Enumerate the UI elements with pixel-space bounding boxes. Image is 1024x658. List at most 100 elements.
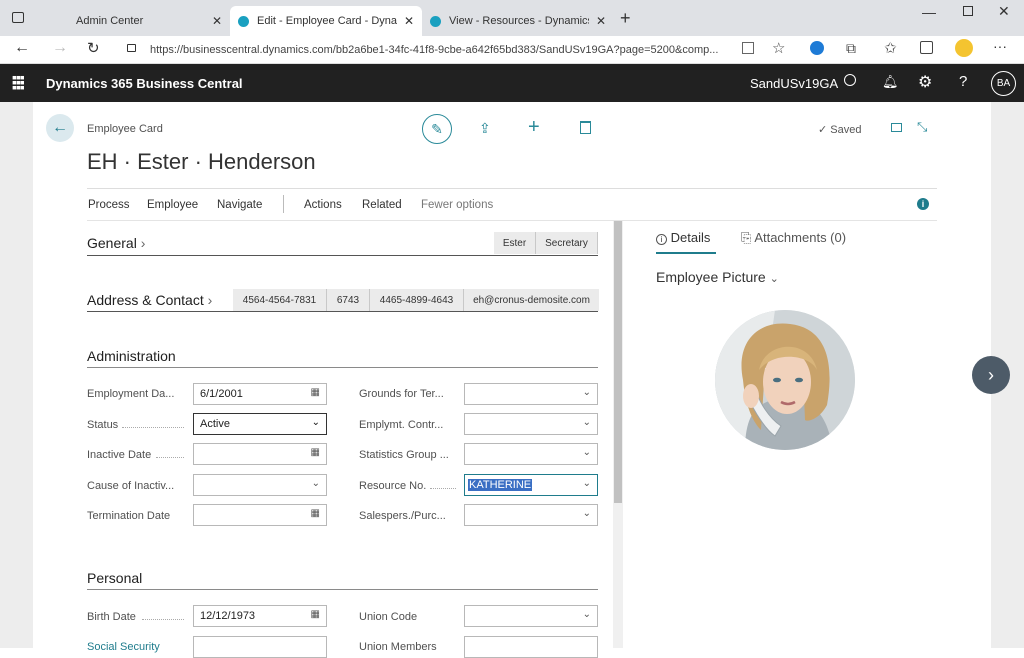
new-plus-icon[interactable]: +: [528, 116, 540, 139]
edge-extension-icon[interactable]: [810, 41, 824, 55]
delete-trash-icon[interactable]: [580, 121, 591, 134]
calendar-icon[interactable]: ▦: [311, 447, 320, 458]
refresh-icon[interactable]: ↻: [87, 39, 100, 57]
search-icon[interactable]: [844, 74, 856, 86]
bell-icon[interactable]: 🔔︎: [882, 74, 899, 90]
section-general-title[interactable]: General ›: [87, 235, 145, 251]
browser-tab-admin-center[interactable]: Admin Center ✕: [40, 6, 230, 36]
inactive-date-field[interactable]: ▦: [193, 443, 327, 465]
termination-date-field[interactable]: ▦: [193, 504, 327, 526]
calendar-icon[interactable]: ▦: [311, 387, 320, 398]
dynamics-icon: [430, 15, 441, 27]
tab-attachments[interactable]: ⎘ Attachments (0): [741, 230, 846, 246]
social-security-label: Social Security: [87, 641, 160, 653]
favorites-icon[interactable]: ✩: [884, 39, 897, 57]
grounds-for-termination-field[interactable]: ⌄: [464, 383, 598, 405]
menu-fewer-options[interactable]: Fewer options: [421, 199, 493, 211]
maximize-icon[interactable]: [963, 6, 973, 16]
menu-related[interactable]: Related: [362, 199, 402, 211]
salesperson-purchaser-field[interactable]: ⌄: [464, 504, 598, 526]
favorite-star-icon[interactable]: ☆: [772, 39, 785, 57]
chevron-down-icon[interactable]: ⌄: [583, 478, 591, 489]
attachments-label: Attachments (0): [754, 230, 847, 245]
chevron-right-icon: ›: [140, 235, 146, 251]
employment-date-value: 6/1/2001: [200, 388, 243, 400]
menu-divider: [87, 220, 937, 221]
calendar-icon[interactable]: ▦: [311, 508, 320, 519]
chevron-down-icon[interactable]: ⌄: [583, 387, 591, 398]
chevron-down-icon[interactable]: ⌄: [583, 609, 591, 620]
section-personal-title[interactable]: Personal: [87, 570, 142, 586]
menu-employee[interactable]: Employee: [147, 199, 198, 211]
chevron-down-icon[interactable]: ⌄: [583, 417, 591, 428]
section-address-title[interactable]: Address & Contact ›: [87, 292, 212, 308]
address-bar[interactable]: https://businesscentral.dynamics.com/bb2…: [150, 39, 730, 61]
environment-name[interactable]: SandUSv19GA: [750, 76, 838, 91]
menu-process[interactable]: Process: [88, 199, 130, 211]
gear-icon[interactable]: ⚙: [918, 72, 932, 92]
collections-icon[interactable]: [920, 41, 933, 54]
app-launcher-icon[interactable]: ▪▪▪ ▪▪▪ ▪▪▪: [12, 70, 25, 94]
termination-date-label: Termination Date: [87, 510, 171, 522]
employee-photo[interactable]: [715, 310, 855, 450]
chip-mobile: 4465-4899-4643: [370, 289, 464, 311]
chevron-down-icon[interactable]: ⌄: [583, 447, 591, 458]
tab-details[interactable]: i Details: [656, 230, 710, 245]
statistics-group-label: Statistics Group ...: [359, 449, 449, 461]
browser-tab-bar: Admin Center ✕ Edit - Employee Card - Dy…: [0, 0, 1024, 36]
profile-avatar-icon[interactable]: [955, 39, 973, 57]
cause-of-inactivity-field[interactable]: ⌄: [193, 474, 327, 496]
back-icon[interactable]: ←: [14, 39, 30, 57]
back-button[interactable]: ←: [46, 114, 74, 142]
salesperson-purchaser-label: Salespers./Purc...: [359, 510, 446, 522]
resource-no-field[interactable]: KATHERINE ⌄: [464, 474, 598, 496]
union-code-label: Union Code: [359, 611, 418, 623]
app-header: ▪▪▪ ▪▪▪ ▪▪▪ Dynamics 365 Business Central …: [0, 64, 1024, 102]
employment-date-field[interactable]: 6/1/2001 ▦: [193, 383, 327, 405]
birth-date-field[interactable]: 12/12/1973 ▦: [193, 605, 327, 627]
browser-tab-employee-card[interactable]: Edit - Employee Card - Dynamics ✕: [230, 6, 422, 36]
forward-icon[interactable]: →: [52, 39, 68, 57]
chip-phone: 4564-4564-7831: [233, 289, 327, 311]
close-tab-icon[interactable]: ✕: [212, 14, 222, 28]
social-security-field[interactable]: [193, 636, 327, 658]
header-divider: [87, 188, 937, 189]
employment-contract-field[interactable]: ⌄: [464, 413, 598, 435]
union-membership-field[interactable]: [464, 636, 598, 658]
close-window-icon[interactable]: ✕: [998, 3, 1010, 20]
collapse-icon[interactable]: ⤡: [917, 119, 927, 135]
menu-navigate[interactable]: Navigate: [217, 199, 262, 211]
url-text: https://businesscentral.dynamics.com/bb2…: [150, 44, 719, 56]
employee-picture-title[interactable]: Employee Picture ⌄: [656, 269, 779, 285]
calendar-icon[interactable]: ▦: [311, 609, 320, 620]
chevron-down-icon[interactable]: ⌄: [583, 508, 591, 519]
chip-extension: 6743: [327, 289, 370, 311]
more-menu-icon[interactable]: ···: [993, 38, 1007, 54]
inactive-date-label: Inactive Date: [87, 449, 152, 461]
menu-actions[interactable]: Actions: [304, 199, 342, 211]
tab-actions-icon[interactable]: [12, 12, 24, 23]
user-avatar[interactable]: BA: [991, 71, 1016, 96]
open-new-window-icon[interactable]: [891, 123, 902, 132]
chevron-down-icon[interactable]: ⌄: [312, 478, 320, 489]
status-select[interactable]: Active ⌄: [193, 413, 327, 435]
app-available-icon[interactable]: [742, 42, 754, 54]
info-icon[interactable]: i: [917, 198, 929, 210]
statistics-group-field[interactable]: ⌄: [464, 443, 598, 465]
union-code-field[interactable]: ⌄: [464, 605, 598, 627]
share-icon[interactable]: ⇪: [479, 120, 491, 137]
browser-tab-resources[interactable]: View - Resources - Dynamics 365 ✕: [422, 6, 614, 36]
next-record-button[interactable]: ›: [972, 356, 1010, 394]
new-tab-icon[interactable]: +: [620, 8, 631, 29]
edit-pencil-button[interactable]: ✎: [422, 114, 452, 144]
close-tab-icon[interactable]: ✕: [404, 14, 414, 28]
scrollbar-thumb[interactable]: [614, 221, 622, 503]
tab-title: Edit - Employee Card - Dynamics: [257, 15, 397, 27]
general-underline: [87, 255, 598, 256]
section-administration-title[interactable]: Administration: [87, 348, 176, 364]
help-icon[interactable]: ?: [959, 73, 967, 90]
minimize-icon[interactable]: —: [922, 4, 936, 20]
product-name[interactable]: Dynamics 365 Business Central: [46, 76, 243, 91]
puzzle-icon[interactable]: ⧉: [846, 40, 856, 57]
close-tab-icon[interactable]: ✕: [596, 14, 606, 28]
